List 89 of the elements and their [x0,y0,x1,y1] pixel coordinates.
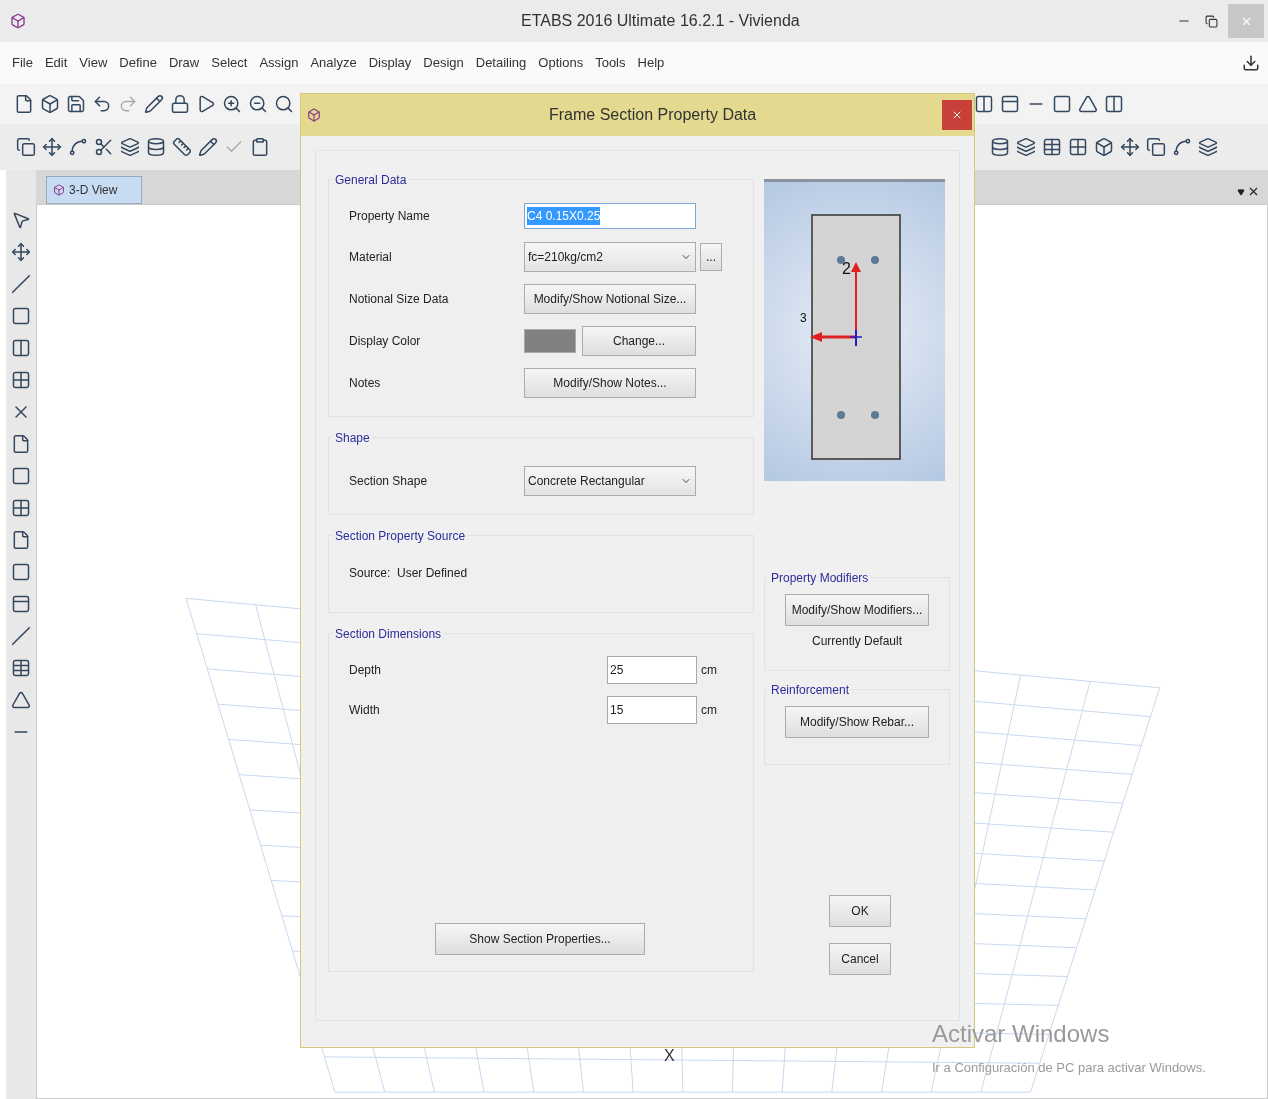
show-properties-button[interactable]: Show Section Properties... [435,923,645,955]
change-color-button[interactable]: Change... [582,326,696,356]
copy-icon[interactable] [16,137,36,157]
grid-icon[interactable] [11,370,31,390]
table-icon[interactable] [1042,137,1062,157]
undo-icon[interactable] [92,94,112,114]
search-icon[interactable] [274,94,294,114]
dropdown-icon[interactable] [1237,187,1245,196]
menu-item[interactable]: Select [211,53,248,73]
dimension-field[interactable]: 15 [607,696,697,724]
rectangle-icon[interactable] [11,466,31,486]
layers-icon[interactable] [1016,137,1036,157]
browse-button[interactable]: ... [700,243,722,271]
cancel-button[interactable]: Cancel [829,943,891,975]
menu-item[interactable]: Detailing [475,53,527,73]
menu-item[interactable]: Options [538,53,584,73]
view-tab[interactable]: 3-D View [46,176,142,204]
app-logo-icon [307,108,321,122]
spline-icon[interactable] [1172,137,1192,157]
field-label: Notional Size Data [349,291,450,308]
database-icon[interactable] [990,137,1010,157]
menu-item[interactable]: Tools [595,53,626,73]
layers-icon[interactable] [1198,137,1218,157]
menu-item[interactable]: Design [423,53,464,73]
zoom-in-icon[interactable] [222,94,242,114]
move-icon[interactable] [11,242,31,262]
database-icon[interactable] [146,137,166,157]
section-shape-dropdown[interactable]: Concrete Rectangular [524,466,696,496]
download-icon[interactable] [1242,54,1260,72]
pencil-icon[interactable] [198,137,218,157]
new-file-icon[interactable] [14,94,34,114]
axis-label: X [664,1046,675,1066]
axis-label: 2 [842,260,851,277]
pencil-icon[interactable] [144,94,164,114]
activation-notice-text: Ir a Configuración de PC para activar Windows. [932,1059,1206,1077]
clipboard-icon[interactable] [250,137,270,157]
save-icon[interactable] [66,94,86,114]
notes-button[interactable]: Modify/Show Notes... [524,368,696,398]
view-icon [53,184,65,196]
table-icon[interactable] [11,658,31,678]
grid-icon[interactable] [1068,137,1088,157]
menu-item[interactable]: Assign [259,53,299,73]
menu-item[interactable]: Display [368,53,412,73]
unit-label: cm [701,662,717,679]
menu-item[interactable]: View [79,53,108,73]
dialog-title: Frame Section Property Data [549,105,757,125]
field-label: Width [349,702,381,719]
field-label: Notes [349,375,382,392]
menu-item[interactable]: File [12,53,33,73]
ruler-icon[interactable] [172,137,192,157]
modifiers-status: Currently Default [811,633,902,650]
notional-size-button[interactable]: Modify/Show Notional Size... [524,284,696,314]
unit-label: cm [701,702,717,719]
menu-item[interactable]: Draw [168,53,200,73]
lock-icon[interactable] [170,94,190,114]
play-icon[interactable] [196,94,216,114]
material-dropdown[interactable]: fc=210kg/cm2 [524,242,696,272]
rebar-button[interactable]: Modify/Show Rebar... [785,706,929,738]
modifiers-button[interactable]: Modify/Show Modifiers... [785,594,929,626]
page-icon[interactable] [11,434,31,454]
move-icon[interactable] [42,137,62,157]
spline-icon[interactable] [68,137,88,157]
menu-item[interactable]: Analyze [310,53,357,73]
zoom-out-icon[interactable] [248,94,268,114]
pointer-icon[interactable] [11,210,31,230]
line-icon[interactable] [11,274,31,294]
layers-icon[interactable] [120,137,140,157]
restore-icon[interactable] [1205,14,1218,28]
window-title: ETABS 2016 Ultimate 16.2.1 - Vivienda [521,11,800,31]
scissors-icon[interactable] [94,137,114,157]
menu-item[interactable]: Define [119,53,157,73]
field-label: Display Color [349,333,422,350]
source-text: Source: User Defined [349,566,468,580]
menu-item[interactable]: Help [637,53,665,73]
box-icon[interactable] [1094,137,1114,157]
close-icon[interactable] [1247,185,1260,198]
app-logo-icon [10,13,26,29]
dimension-field[interactable]: 25 [607,656,697,684]
move-icon[interactable] [1120,137,1140,157]
field-label: Material [349,249,393,266]
ok-button[interactable]: OK [829,895,891,927]
menu-item[interactable]: Edit [44,53,68,73]
axis-label: 3 [800,311,807,325]
field-label: Depth [349,662,383,679]
close-icon [951,109,963,121]
field-label: Property Name [349,208,431,225]
box-icon[interactable] [40,94,60,114]
field-label: Section Shape [349,473,429,490]
copy-icon[interactable] [1146,137,1166,157]
